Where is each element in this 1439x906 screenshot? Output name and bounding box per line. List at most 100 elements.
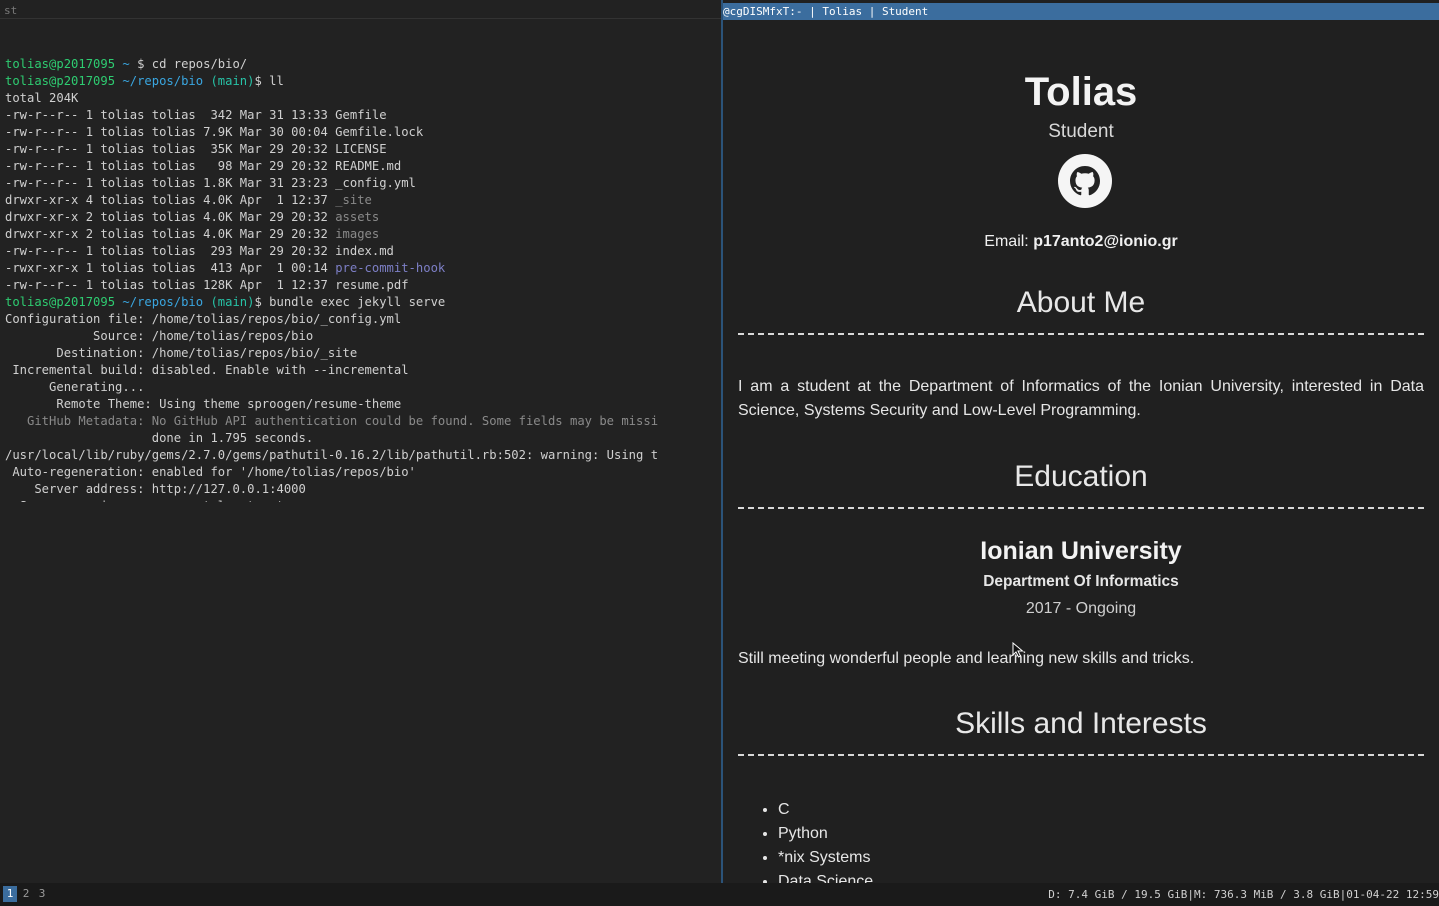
terminal-text-segment: Auto-regeneration: enabled for '/home/to… [5,465,416,479]
terminal-line: /usr/local/lib/ruby/gems/2.7.0/gems/path… [5,447,717,464]
profile-name: Tolias [1024,70,1138,114]
terminal-line: -rw-r--r-- 1 tolias tolias 293 Mar 29 20… [5,243,717,260]
terminal-text-segment: _site [335,193,372,207]
terminal-text-segment: -rw-r--r-- 1 tolias tolias 7.9K Mar 30 0… [5,125,424,139]
skill-item: C [778,798,873,822]
terminal-text-segment: -rwxr-xr-x 1 tolias tolias 413 Apr 1 00:… [5,261,336,275]
terminal-text-segment: drwxr-xr-x 4 tolias tolias 4.0K Apr 1 12… [5,193,336,207]
terminal-line: drwxr-xr-x 4 tolias tolias 4.0K Apr 1 12… [5,192,717,209]
terminal-line: -rw-r--r-- 1 tolias tolias 128K Apr 1 12… [5,277,717,294]
mouse-pointer-icon [1012,642,1024,658]
status-bar: 1 2 3 D: 7.4 GiB / 19.5 GiB|M: 736.3 MiB… [0,883,1439,906]
terminal-text-segment: tolias@p2017095 [5,295,116,309]
terminal-text-segment: assets [335,210,380,224]
browser-title-bar: @cgDISMfxT:- | Tolias | Student [723,3,1439,20]
terminal-line: -rwxr-xr-x 1 tolias tolias 413 Apr 1 00:… [5,260,717,277]
skills-heading: Skills and Interests [955,707,1207,740]
terminal-line: Source: /home/tolias/repos/bio [5,328,717,345]
workspace-1-button[interactable]: 1 [3,886,17,902]
terminal-title: st [0,3,721,19]
terminal-text-segment: drwxr-xr-x 2 tolias tolias 4.0K Mar 29 2… [5,227,336,241]
terminal-text-segment: Source: /home/tolias/repos/bio [5,329,314,343]
terminal-line: drwxr-xr-x 2 tolias tolias 4.0K Mar 29 2… [5,209,717,226]
terminal-line: tolias@p2017095 ~ $ cd repos/bio/ [5,56,717,73]
terminal-text-segment: $ bundle exec jekyll serve [254,295,446,309]
email-label: Email: [984,233,1034,250]
terminal-text-segment: $ ll [254,74,284,88]
terminal-line: Server address: http://127.0.0.1:4000 [5,481,717,498]
terminal-text-segment: images [335,227,380,241]
terminal-line: Server running... press ctrl-c to stop. [5,498,717,502]
terminal-text-segment: total 204K [5,91,79,105]
profile-role: Student [1048,121,1114,142]
system-status-text: D: 7.4 GiB / 19.5 GiB|M: 736.3 MiB / 3.8… [1048,888,1439,901]
terminal-line: -rw-r--r-- 1 tolias tolias 1.8K Mar 31 2… [5,175,717,192]
terminal-window[interactable]: st tolias@p2017095 ~ $ cd repos/bio/toli… [0,0,721,883]
terminal-text-segment: ~/repos/bio [115,74,211,88]
skills-divider [738,754,1424,756]
skill-item: Data Science [778,870,873,883]
terminal-text-segment: -rw-r--r-- 1 tolias tolias 1.8K Mar 31 2… [5,176,416,190]
terminal-line: -rw-r--r-- 1 tolias tolias 342 Mar 31 13… [5,107,717,124]
resume-page: Tolias Student Email: p17anto2@ionio.gr … [738,20,1424,883]
education-years: 2017 - Ongoing [1025,600,1137,617]
about-divider [738,333,1424,335]
terminal-text-segment: pre-commit-hook [335,261,446,275]
terminal-text-segment: done in 1.795 seconds. [5,431,314,445]
terminal-line: -rw-r--r-- 1 tolias tolias 7.9K Mar 30 0… [5,124,717,141]
terminal-text-segment: Destination: /home/tolias/repos/bio/_sit… [5,346,358,360]
workspace-2-button[interactable]: 2 [19,886,33,902]
terminal-text-segment: -rw-r--r-- 1 tolias tolias 342 Mar 31 13… [5,108,387,122]
department-name: Department Of Informatics [983,573,1179,590]
terminal-text-segment: Configuration file: /home/tolias/repos/b… [5,312,402,326]
terminal-text-segment: (main) [210,295,255,309]
terminal-text-segment: drwxr-xr-x 2 tolias tolias 4.0K Mar 29 2… [5,210,336,224]
terminal-text-segment: -rw-r--r-- 1 tolias tolias 98 Mar 29 20:… [5,159,402,173]
terminal-line: drwxr-xr-x 2 tolias tolias 4.0K Mar 29 2… [5,226,717,243]
github-link[interactable] [1058,154,1112,208]
skill-item: *nix Systems [778,846,873,870]
terminal-line: -rw-r--r-- 1 tolias tolias 98 Mar 29 20:… [5,158,717,175]
email-link[interactable]: p17anto2@ionio.gr [1033,233,1178,250]
university-name: Ionian University [980,537,1182,565]
terminal-text-segment: -rw-r--r-- 1 tolias tolias 128K Apr 1 12… [5,278,409,292]
about-text: I am a student at the Department of Info… [738,378,1424,419]
terminal-line: GitHub Metadata: No GitHub API authentic… [5,413,717,430]
terminal-text-segment: (main) [210,74,255,88]
terminal-text-segment: Server running... press ctrl-c to stop. [5,499,306,502]
terminal-line: Configuration file: /home/tolias/repos/b… [5,311,717,328]
terminal-line: Incremental build: disabled. Enable with… [5,362,717,379]
terminal-text-segment: tolias@p2017095 [5,57,116,71]
email-line: Email: p17anto2@ionio.gr [738,233,1424,251]
terminal-text-segment: Incremental build: disabled. Enable with… [5,363,409,377]
terminal-line: Generating... [5,379,717,396]
terminal-line: Destination: /home/tolias/repos/bio/_sit… [5,345,717,362]
terminal-text-segment: $ cd repos/bio/ [137,57,248,71]
terminal-text-segment: tolias@p2017095 [5,74,116,88]
terminal-line: done in 1.795 seconds. [5,430,717,447]
workspace-3-button[interactable]: 3 [35,886,49,902]
skills-list: C Python *nix Systems Data Science [778,798,873,883]
skill-item: Python [778,822,873,846]
terminal-text-segment: /usr/local/lib/ruby/gems/2.7.0/gems/path… [5,448,659,462]
terminal-line: -rw-r--r-- 1 tolias tolias 35K Mar 29 20… [5,141,717,158]
browser-window[interactable]: @cgDISMfxT:- | Tolias | Student Tolias S… [723,0,1439,883]
terminal-line: tolias@p2017095 ~/repos/bio (main)$ bund… [5,294,717,311]
education-heading: Education [1014,460,1148,493]
terminal-text-segment: Server address: http://127.0.0.1:4000 [5,482,306,496]
terminal-output[interactable]: tolias@p2017095 ~ $ cd repos/bio/tolias@… [5,22,717,502]
terminal-line: Auto-regeneration: enabled for '/home/to… [5,464,717,481]
terminal-line: Remote Theme: Using theme sproogen/resum… [5,396,717,413]
terminal-line: tolias@p2017095 ~/repos/bio (main)$ ll [5,73,717,90]
terminal-text-segment: ~/repos/bio [115,295,211,309]
terminal-text-segment: Generating... [5,380,145,394]
github-icon [1070,166,1100,196]
terminal-lines: tolias@p2017095 ~ $ cd repos/bio/tolias@… [5,56,717,502]
terminal-text-segment: Remote Theme: Using theme sproogen/resum… [5,397,402,411]
terminal-text-segment: GitHub Metadata: No GitHub API authentic… [5,414,659,428]
terminal-text-segment: -rw-r--r-- 1 tolias tolias 35K Mar 29 20… [5,142,387,156]
education-text: Still meeting wonderful people and learn… [738,650,1195,667]
education-divider [738,507,1424,509]
terminal-line: total 204K [5,90,717,107]
terminal-text-segment: -rw-r--r-- 1 tolias tolias 293 Mar 29 20… [5,244,394,258]
